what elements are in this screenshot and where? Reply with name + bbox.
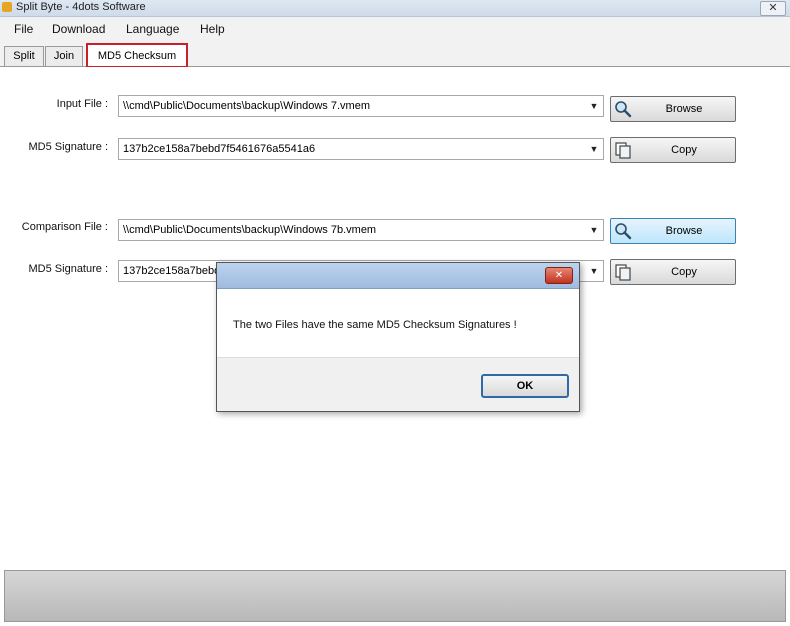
result-dialog: ✕ The two Files have the same MD5 Checks… bbox=[216, 262, 580, 412]
comparison-file-label: Comparison File : bbox=[21, 221, 108, 233]
menu-help[interactable]: Help bbox=[200, 22, 225, 36]
copy-label: Copy bbox=[671, 266, 697, 278]
browse-label: Browse bbox=[665, 103, 703, 115]
title-bar: Split Byte - 4dots Software ✕ bbox=[0, 0, 790, 17]
comparison-file-value: \\cmd\Public\Documents\backup\Windows 7b… bbox=[123, 224, 377, 236]
md5-signature-label: MD5 Signature : bbox=[28, 141, 108, 153]
app-icon bbox=[2, 2, 12, 12]
md5-signature-combo[interactable]: 137b2ce158a7bebd7f5461676a5541a6 ▼ bbox=[118, 138, 604, 160]
magnifier-icon bbox=[615, 101, 632, 118]
menu-file[interactable]: File bbox=[14, 22, 33, 36]
menu-download[interactable]: Download bbox=[52, 22, 105, 36]
magnifier-icon bbox=[615, 223, 632, 240]
tab-split[interactable]: Split bbox=[4, 46, 44, 66]
copy-comparison-signature-button[interactable]: Copy bbox=[610, 259, 736, 285]
copy-label: Copy bbox=[671, 144, 697, 156]
menu-language[interactable]: Language bbox=[126, 22, 179, 36]
status-bar bbox=[4, 570, 786, 622]
browse-comparison-button[interactable]: Browse bbox=[610, 218, 736, 244]
dialog-title-bar: ✕ bbox=[217, 263, 579, 289]
input-file-combo[interactable]: \\cmd\Public\Documents\backup\Windows 7.… bbox=[118, 95, 604, 117]
chevron-down-icon[interactable]: ▼ bbox=[586, 220, 602, 240]
chevron-down-icon[interactable]: ▼ bbox=[586, 96, 602, 116]
copy-icon bbox=[615, 142, 631, 159]
dialog-footer: OK bbox=[217, 357, 579, 411]
md5-signature-value: 137b2ce158a7bebd7f5461676a5541a6 bbox=[123, 143, 316, 155]
input-file-value: \\cmd\Public\Documents\backup\Windows 7.… bbox=[123, 100, 370, 112]
dialog-close-button[interactable]: ✕ bbox=[545, 267, 573, 284]
window-close-button[interactable]: ✕ bbox=[760, 1, 786, 16]
menu-bar: File Download Language Help bbox=[0, 17, 790, 41]
ok-button[interactable]: OK bbox=[481, 374, 569, 398]
copy-signature-button[interactable]: Copy bbox=[610, 137, 736, 163]
dialog-message: The two Files have the same MD5 Checksum… bbox=[233, 319, 517, 331]
window-title: Split Byte - 4dots Software bbox=[16, 1, 146, 13]
copy-icon bbox=[615, 264, 631, 281]
dialog-body: The two Files have the same MD5 Checksum… bbox=[217, 289, 579, 357]
comparison-md5-signature-label: MD5 Signature : bbox=[28, 263, 108, 275]
chevron-down-icon[interactable]: ▼ bbox=[586, 139, 602, 159]
chevron-down-icon[interactable]: ▼ bbox=[586, 261, 602, 281]
comparison-file-combo[interactable]: \\cmd\Public\Documents\backup\Windows 7b… bbox=[118, 219, 604, 241]
tab-join[interactable]: Join bbox=[45, 46, 83, 66]
comparison-md5-signature-value: 137b2ce158a7bebd bbox=[123, 265, 221, 277]
browse-input-button[interactable]: Browse bbox=[610, 96, 736, 122]
browse-label: Browse bbox=[665, 225, 703, 237]
tab-md5-checksum[interactable]: MD5 Checksum bbox=[86, 43, 188, 68]
input-file-label: Input File : bbox=[56, 98, 108, 110]
